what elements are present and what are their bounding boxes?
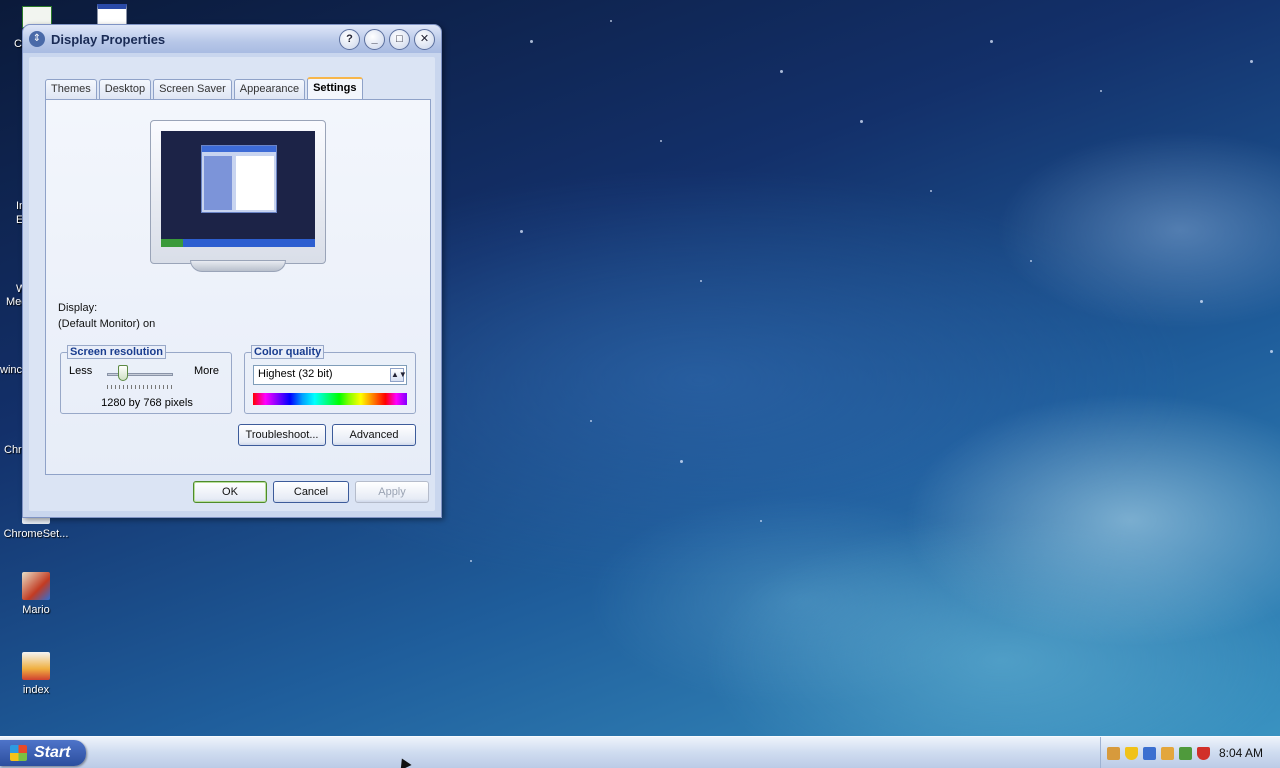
maximize-button[interactable]: □ [389, 28, 410, 50]
desktop-icon-label: index [22, 684, 50, 696]
tab-strip: Themes Desktop Screen Saver Appearance S… [45, 77, 365, 99]
html-file-icon [22, 652, 50, 680]
monitor-preview [150, 120, 326, 272]
color-quality-group: Color quality Highest (32 bit) ▲▼ [244, 345, 416, 414]
close-button[interactable]: ✕ [414, 28, 435, 50]
display-label: Display: [58, 302, 98, 314]
system-tray: 8:04 AM [1100, 737, 1280, 768]
minimize-button[interactable]: _ [364, 28, 385, 50]
display-properties-window: ⇕ Display Properties ? _ □ ✕ Themes Desk… [22, 24, 442, 518]
screen-resolution-group: Screen resolution Less More 1280 by 768 … [60, 345, 232, 414]
desktop-icon-mario[interactable]: Mario [0, 572, 72, 616]
bluetooth-icon[interactable] [1143, 746, 1156, 760]
clock[interactable]: 8:04 AM [1219, 746, 1263, 760]
color-quality-value: Highest (32 bit) [258, 368, 333, 380]
screen-resolution-title: Screen resolution [67, 345, 166, 359]
desktop-label-partial: Chr [4, 444, 22, 456]
antivirus-icon[interactable] [1197, 746, 1210, 760]
settings-panel: Display: (Default Monitor) on Screen res… [45, 99, 431, 475]
ok-button[interactable]: OK [193, 481, 267, 503]
resolution-value: 1280 by 768 pixels [101, 397, 193, 409]
troubleshoot-button[interactable]: Troubleshoot... [238, 424, 326, 446]
security-shield-icon[interactable] [1125, 746, 1138, 760]
tab-appearance[interactable]: Appearance [233, 79, 306, 99]
desktop-icon-label: Mario [22, 604, 50, 616]
color-quality-title: Color quality [251, 345, 325, 359]
window-client: Themes Desktop Screen Saver Appearance S… [29, 57, 435, 511]
slider-ticks [107, 385, 173, 389]
tab-settings[interactable]: Settings [307, 77, 363, 99]
preview-start [161, 239, 183, 247]
desktop-icon-label: ChromeSet... [3, 528, 69, 540]
mario-shortcut-icon [22, 572, 50, 600]
windows-logo-icon [10, 745, 27, 761]
slider-less-label: Less [69, 365, 93, 377]
taskbar: Start 8:04 AM [0, 736, 1280, 768]
cancel-button[interactable]: Cancel [273, 481, 349, 503]
start-label: Start [34, 744, 71, 761]
monitor-stand [190, 260, 286, 272]
advanced-button[interactable]: Advanced [332, 424, 416, 446]
resolution-slider-track[interactable] [107, 373, 173, 376]
color-quality-select[interactable]: Highest (32 bit) ▲▼ [253, 365, 407, 385]
update-icon[interactable] [1161, 746, 1174, 760]
tab-themes[interactable]: Themes [45, 79, 97, 99]
window-title: Display Properties [51, 31, 166, 47]
start-button[interactable]: Start [0, 740, 86, 766]
tab-desktop[interactable]: Desktop [98, 79, 152, 99]
display-value: (Default Monitor) on [58, 318, 156, 330]
monitor-screen [161, 131, 315, 247]
volume-icon[interactable] [1179, 746, 1192, 760]
resolution-slider-thumb[interactable] [118, 365, 129, 381]
preview-window [201, 145, 277, 213]
slider-more-label: More [193, 365, 219, 377]
display-info: Display: (Default Monitor) on [58, 300, 155, 332]
tab-screen-saver[interactable]: Screen Saver [153, 79, 232, 99]
title-bar[interactable]: ⇕ Display Properties ? _ □ ✕ [23, 25, 441, 53]
color-spectrum-bar [253, 393, 407, 405]
display-properties-icon: ⇕ [29, 31, 45, 47]
preview-taskbar [161, 239, 315, 247]
desktop-icon-index[interactable]: index [0, 652, 72, 696]
network-icon[interactable] [1107, 746, 1120, 760]
desktop-label-partial: winc [0, 364, 23, 376]
apply-button[interactable]: Apply [355, 481, 429, 503]
help-button[interactable]: ? [339, 28, 360, 50]
monitor-bezel [150, 120, 326, 264]
chevron-down-icon[interactable]: ▲▼ [390, 368, 407, 382]
